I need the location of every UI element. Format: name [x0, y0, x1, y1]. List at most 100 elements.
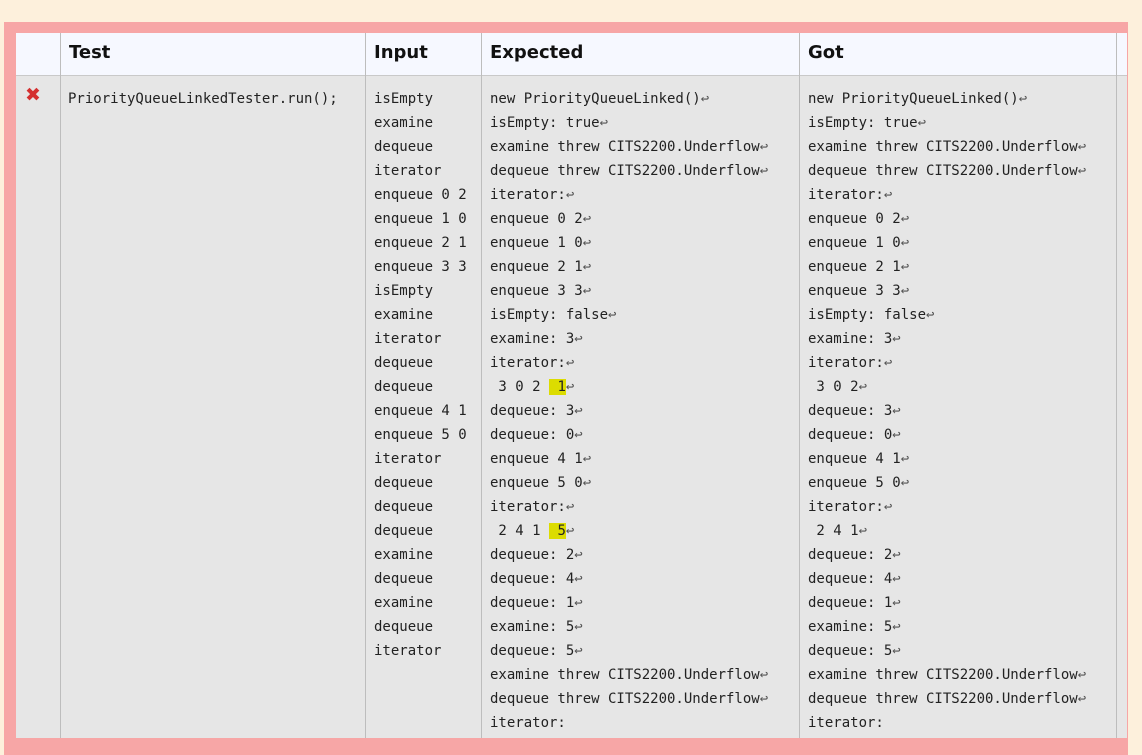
newline-return-icon: ↩ [900, 451, 910, 467]
expected-line: 3 0 2 1↩ [490, 379, 575, 395]
newline-return-icon: ↩ [917, 115, 927, 131]
input-line: dequeue [374, 139, 434, 155]
header-expected: Expected [490, 42, 584, 63]
newline-return-icon: ↩ [608, 307, 617, 323]
got-line: enqueue 3 3↩ [808, 283, 910, 299]
input-line: examine [374, 115, 434, 131]
newline-return-icon: ↩ [900, 475, 910, 491]
got-line: isEmpty: true↩ [808, 115, 927, 131]
newline-return-icon: ↩ [759, 691, 769, 707]
input-line: isEmpty [374, 91, 434, 107]
newline-return-icon: ↩ [759, 667, 769, 683]
expected-line: dequeue: 3↩ [490, 403, 583, 419]
input-line: enqueue 2 1 [374, 235, 467, 251]
expected-line: dequeue threw CITS2200.Underflow↩ [490, 163, 769, 179]
expected-line: enqueue 2 1↩ [490, 259, 592, 275]
newline-return-icon: ↩ [565, 187, 575, 203]
col-divider [481, 33, 482, 738]
input-line: enqueue 5 0 [374, 427, 467, 443]
input-line: enqueue 3 3 [374, 259, 467, 275]
newline-return-icon: ↩ [574, 547, 583, 563]
input-line: examine [374, 547, 434, 563]
expected-line: iterator:↩ [490, 499, 575, 515]
got-line: enqueue 5 0↩ [808, 475, 910, 491]
expected-line: dequeue: 4↩ [490, 571, 583, 587]
got-line: dequeue: 5↩ [808, 643, 901, 659]
input-column: isEmpty examine dequeue iterator enqueue 0 2… [374, 87, 467, 663]
newline-return-icon: ↩ [1077, 163, 1087, 179]
got-line: dequeue: 2↩ [808, 547, 901, 563]
input-line: dequeue [374, 379, 434, 395]
expected-line: dequeue: 5↩ [490, 643, 583, 659]
got-line: iterator:↩ [808, 187, 893, 203]
newline-return-icon: ↩ [926, 307, 935, 323]
input-line: enqueue 0 2 [374, 187, 467, 203]
input-line: examine [374, 595, 434, 611]
newline-return-icon: ↩ [900, 235, 910, 251]
newline-return-icon: ↩ [565, 379, 575, 395]
newline-return-icon: ↩ [892, 595, 901, 611]
expected-line: dequeue: 2↩ [490, 547, 583, 563]
expected-line: dequeue: 1↩ [490, 595, 583, 611]
newline-return-icon: ↩ [565, 523, 575, 539]
input-line: enqueue 4 1 [374, 403, 467, 419]
newline-return-icon: ↩ [1077, 691, 1087, 707]
newline-return-icon: ↩ [582, 451, 592, 467]
got-column: new PriorityQueueLinked()↩ isEmpty: true↩… [808, 87, 1086, 735]
expected-column: new PriorityQueueLinked()↩ isEmpty: true↩… [490, 87, 768, 735]
expected-line: examine: 3↩ [490, 331, 583, 347]
got-line: iterator:↩ [808, 499, 893, 515]
newline-return-icon: ↩ [582, 475, 592, 491]
newline-return-icon: ↩ [574, 595, 583, 611]
input-line: enqueue 1 0 [374, 211, 467, 227]
col-divider [1116, 33, 1117, 738]
newline-return-icon: ↩ [892, 427, 901, 443]
expected-line: dequeue: 0↩ [490, 427, 583, 443]
input-line: iterator [374, 163, 442, 179]
got-line: dequeue: 1↩ [808, 595, 901, 611]
newline-return-icon: ↩ [858, 523, 868, 539]
got-line: examine threw CITS2200.Underflow↩ [808, 139, 1087, 155]
expected-line: isEmpty: true↩ [490, 115, 609, 131]
expected-line: iterator:↩ [490, 355, 575, 371]
got-line: enqueue 2 1↩ [808, 259, 910, 275]
expected-line: enqueue 0 2↩ [490, 211, 592, 227]
newline-return-icon: ↩ [582, 283, 592, 299]
newline-return-icon: ↩ [574, 427, 583, 443]
got-line: 3 0 2↩ [808, 379, 868, 395]
got-line: dequeue: 4↩ [808, 571, 901, 587]
test-code: PriorityQueueLinkedTester.run(); [68, 91, 338, 107]
expected-line: examine: 5↩ [490, 619, 583, 635]
expected-line: examine threw CITS2200.Underflow↩ [490, 667, 769, 683]
got-line: dequeue: 3↩ [808, 403, 901, 419]
header-test: Test [69, 42, 111, 63]
input-line: dequeue [374, 475, 434, 491]
newline-return-icon: ↩ [892, 331, 901, 347]
newline-return-icon: ↩ [574, 571, 583, 587]
newline-return-icon: ↩ [565, 499, 575, 515]
input-line: dequeue [374, 499, 434, 515]
newline-return-icon: ↩ [892, 403, 901, 419]
newline-return-icon: ↩ [759, 139, 769, 155]
newline-return-icon: ↩ [883, 187, 893, 203]
expected-line: enqueue 1 0↩ [490, 235, 592, 251]
newline-return-icon: ↩ [574, 403, 583, 419]
expected-line: enqueue 3 3↩ [490, 283, 592, 299]
expected-line: enqueue 5 0↩ [490, 475, 592, 491]
expected-line: dequeue threw CITS2200.Underflow↩ [490, 691, 769, 707]
newline-return-icon: ↩ [759, 163, 769, 179]
got-line: enqueue 4 1↩ [808, 451, 910, 467]
diff-highlight: 1 [549, 379, 566, 395]
got-line: dequeue threw CITS2200.Underflow↩ [808, 163, 1087, 179]
newline-return-icon: ↩ [883, 355, 893, 371]
test-results-table: Test Input Expected Got ✖ PriorityQueueL… [16, 33, 1127, 738]
diff-highlight: 5 [549, 523, 566, 539]
newline-return-icon: ↩ [1077, 667, 1087, 683]
input-line: dequeue [374, 355, 434, 371]
expected-line: 2 4 1 5↩ [490, 523, 575, 539]
newline-return-icon: ↩ [892, 643, 901, 659]
newline-return-icon: ↩ [565, 355, 575, 371]
newline-return-icon: ↩ [700, 91, 710, 107]
expected-line: isEmpty: false↩ [490, 307, 617, 323]
header-input: Input [374, 42, 428, 63]
